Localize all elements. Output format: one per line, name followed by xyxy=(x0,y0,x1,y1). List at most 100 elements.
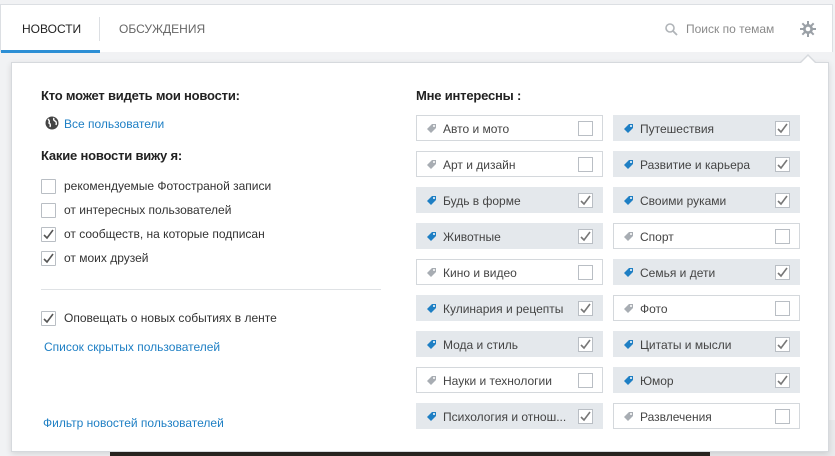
interest-tag[interactable]: Развитие и карьера xyxy=(613,151,800,177)
check-icon xyxy=(43,229,54,240)
user-filter-link[interactable]: Фильтр новостей пользователей xyxy=(43,416,224,430)
interest-checkbox[interactable] xyxy=(775,337,790,352)
interest-checkbox[interactable] xyxy=(775,373,790,388)
topic-search[interactable]: Поиск по темам xyxy=(665,5,774,53)
interest-tag-label: Путешествия xyxy=(640,122,715,136)
interest-tag-label: Своими руками xyxy=(640,194,727,208)
check-icon xyxy=(580,339,591,350)
interest-tag[interactable]: Науки и технологии xyxy=(416,367,603,393)
checkbox[interactable] xyxy=(41,251,56,266)
interest-tag[interactable]: Авто и мото xyxy=(416,115,603,141)
interest-checkbox[interactable] xyxy=(578,121,593,136)
interest-checkbox[interactable] xyxy=(775,121,790,136)
interest-tag[interactable]: Юмор xyxy=(613,367,800,393)
tag-icon xyxy=(427,160,436,169)
tag-icon xyxy=(624,268,633,277)
interest-tag-label: Развитие и карьера xyxy=(640,158,751,172)
interest-tag[interactable]: Будь в форме xyxy=(416,187,603,213)
checkbox[interactable] xyxy=(41,179,56,194)
interest-checkbox[interactable] xyxy=(578,193,593,208)
check-icon xyxy=(777,123,788,134)
tag-icon xyxy=(427,232,436,241)
tag-icon xyxy=(427,196,436,205)
interest-checkbox[interactable] xyxy=(578,373,593,388)
interest-checkbox[interactable] xyxy=(775,301,790,316)
tag-icon xyxy=(624,412,633,421)
interest-tag-label: Будь в форме xyxy=(443,194,521,208)
tag-icon xyxy=(427,124,436,133)
tag-icon xyxy=(427,376,436,385)
checkbox-label: Оповещать о новых событиях в ленте xyxy=(64,311,277,325)
check-icon xyxy=(777,195,788,206)
interest-checkbox[interactable] xyxy=(775,265,790,280)
interest-checkbox[interactable] xyxy=(775,193,790,208)
tag-icon xyxy=(624,304,633,313)
active-tab-indicator xyxy=(1,50,100,53)
interest-tag[interactable]: Психология и отнош... xyxy=(416,403,603,429)
checkbox-label: от моих друзей xyxy=(64,251,149,265)
check-icon xyxy=(580,195,591,206)
interest-checkbox[interactable] xyxy=(578,229,593,244)
interest-checkbox[interactable] xyxy=(775,157,790,172)
interest-tag-label: Спорт xyxy=(640,230,674,244)
tag-icon xyxy=(624,340,633,349)
interest-tag[interactable]: Путешествия xyxy=(613,115,800,141)
interest-checkbox[interactable] xyxy=(578,265,593,280)
interest-tag-label: Кино и видео xyxy=(443,266,517,280)
interest-tag[interactable]: Кулинария и рецепты xyxy=(416,295,603,321)
checkbox[interactable] xyxy=(41,203,56,218)
interest-checkbox[interactable] xyxy=(578,157,593,172)
check-icon xyxy=(777,339,788,350)
tag-icon xyxy=(427,340,436,349)
interests-heading: Мне интересны : xyxy=(416,88,522,103)
interest-checkbox[interactable] xyxy=(775,409,790,424)
check-icon xyxy=(580,411,591,422)
checkbox-label: от сообществ, на которые подписан xyxy=(64,227,265,241)
interest-tag-label: Науки и технологии xyxy=(443,374,552,388)
tag-icon xyxy=(624,124,633,133)
search-placeholder: Поиск по темам xyxy=(686,22,775,36)
tag-icon xyxy=(624,196,633,205)
interest-checkbox[interactable] xyxy=(578,409,593,424)
search-icon xyxy=(665,23,678,36)
check-icon xyxy=(580,303,591,314)
interest-tag[interactable]: Мода и стиль xyxy=(416,331,603,357)
interest-tag-label: Животные xyxy=(443,230,501,244)
interest-tag-label: Кулинария и рецепты xyxy=(443,302,564,316)
check-icon xyxy=(777,267,788,278)
interest-tag[interactable]: Спорт xyxy=(613,223,800,249)
top-tab-bar: НОВОСТИ ОБСУЖДЕНИЯ Поиск по темам xyxy=(0,4,833,53)
interest-checkbox[interactable] xyxy=(578,337,593,352)
tag-icon xyxy=(427,268,436,277)
globe-icon xyxy=(45,116,59,130)
tag-icon xyxy=(427,304,436,313)
interest-tag[interactable]: Цитаты и мысли xyxy=(613,331,800,357)
interest-tag[interactable]: Арт и дизайн xyxy=(416,151,603,177)
news-filter-heading: Какие новости вижу я: xyxy=(41,148,183,163)
gear-icon[interactable] xyxy=(800,21,816,37)
interest-tag[interactable]: Кино и видео xyxy=(416,259,603,285)
check-icon xyxy=(580,231,591,242)
interest-tag[interactable]: Своими руками xyxy=(613,187,800,213)
check-icon xyxy=(43,253,54,264)
hidden-users-link[interactable]: Список скрытых пользователей xyxy=(44,340,220,354)
tag-icon xyxy=(624,232,633,241)
tab-news[interactable]: НОВОСТИ xyxy=(22,5,81,53)
tab-divider xyxy=(99,17,100,41)
interest-tag[interactable]: Животные xyxy=(416,223,603,249)
section-divider xyxy=(41,289,381,290)
interest-tag[interactable]: Развлечения xyxy=(613,403,800,429)
checkbox-label: рекомендуемые Фотостраной записи xyxy=(64,179,272,193)
interest-tag-label: Авто и мото xyxy=(443,122,510,136)
interest-tag[interactable]: Фото xyxy=(613,295,800,321)
checkbox[interactable] xyxy=(41,311,56,326)
tab-discussions[interactable]: ОБСУЖДЕНИЯ xyxy=(119,5,205,53)
interest-tag-label: Фото xyxy=(640,302,668,316)
interest-tag-label: Семья и дети xyxy=(640,266,716,280)
interest-checkbox[interactable] xyxy=(775,229,790,244)
tag-icon xyxy=(427,412,436,421)
interest-tag[interactable]: Семья и дети xyxy=(613,259,800,285)
privacy-value-link[interactable]: Все пользователи xyxy=(64,117,164,131)
checkbox[interactable] xyxy=(41,227,56,242)
interest-checkbox[interactable] xyxy=(578,301,593,316)
